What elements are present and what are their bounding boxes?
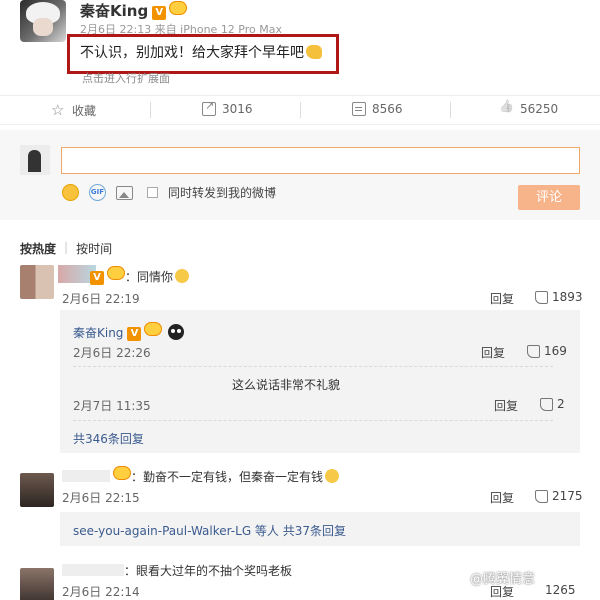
favorite-label: 收藏 xyxy=(72,104,97,118)
my-avatar xyxy=(20,145,50,175)
comment-button[interactable]: 8566 xyxy=(352,102,403,116)
comment-line: ：勤奋不一定有钱，但秦奋一定有钱 xyxy=(62,466,340,485)
repost-count: 3016 xyxy=(222,102,253,116)
comment-like-button[interactable]: 2175 xyxy=(535,489,583,503)
like-icon xyxy=(535,290,548,304)
divider xyxy=(450,102,451,118)
favorite-button[interactable]: 收藏 xyxy=(51,101,97,119)
praying-hands-icon xyxy=(306,45,322,59)
tab-sort-hot[interactable]: 按热度 xyxy=(20,240,56,257)
vip-badge-icon: V xyxy=(127,327,142,341)
post-hint[interactable]: 点击进入行扩展面 xyxy=(82,70,170,86)
action-bar: 收藏 3016 8566 56250 xyxy=(0,95,600,125)
commenter-avatar[interactable] xyxy=(20,568,54,600)
divider xyxy=(73,366,553,367)
reply-button[interactable]: 回复 xyxy=(494,397,518,414)
black-face-emoji-icon xyxy=(168,324,185,340)
comment-text: ：同情你 xyxy=(125,270,174,284)
reply-button[interactable]: 回复 xyxy=(481,344,505,361)
vip-badge-icon: V xyxy=(90,271,104,285)
image-upload-icon[interactable] xyxy=(116,185,133,200)
comment-count: 8566 xyxy=(372,102,403,116)
emoji-icon[interactable] xyxy=(62,184,79,201)
submit-comment-button[interactable]: 评论 xyxy=(518,185,580,210)
commenter-avatar[interactable] xyxy=(20,473,54,507)
comment-like-button[interactable]: 1893 xyxy=(535,290,583,304)
watermark: @腾翼情意 xyxy=(470,572,536,587)
comment-like-count: 1265 xyxy=(545,583,576,597)
comment-time: 2月6日 22:19 xyxy=(62,292,140,306)
divider xyxy=(73,420,553,421)
author-avatar[interactable] xyxy=(20,0,66,42)
more-replies-count: 共37条回复 xyxy=(282,524,347,538)
composer-tools: GIF 同时转发到我的微博 xyxy=(62,184,276,201)
vip-badge-icon: V xyxy=(152,6,167,20)
tab-sort-time[interactable]: 按时间 xyxy=(76,240,112,257)
reply-line: 秦奋King V xyxy=(73,322,185,341)
tab-separator: | xyxy=(64,240,69,254)
blurred-username xyxy=(62,564,124,576)
commenter-avatar[interactable] xyxy=(20,265,96,299)
reply-button[interactable]: 回复 xyxy=(490,489,514,506)
blurred-username xyxy=(62,470,110,482)
cat-emoji-icon xyxy=(325,469,340,483)
member-crown-icon xyxy=(107,266,125,280)
post-author-name[interactable]: 秦奋King xyxy=(80,2,148,20)
like-icon xyxy=(540,397,553,411)
reply-author[interactable]: 秦奋King xyxy=(73,326,123,340)
share-icon xyxy=(202,99,216,116)
comment-input[interactable] xyxy=(61,147,580,174)
reply-like-count: 2 xyxy=(557,397,565,411)
star-icon xyxy=(51,101,66,119)
reply-time: 2月7日 11:35 xyxy=(73,399,151,413)
repost-checkbox-label: 同时转发到我的微博 xyxy=(168,186,277,200)
member-crown-icon xyxy=(169,1,188,15)
comment-text: ：勤奋不一定有钱，但秦奋一定有钱 xyxy=(131,470,324,484)
repost-button[interactable]: 3016 xyxy=(202,99,253,116)
comment-like-count: 2175 xyxy=(552,489,583,503)
laugh-cry-emoji-icon xyxy=(175,269,190,283)
like-icon xyxy=(535,489,548,503)
reply-button[interactable]: 回复 xyxy=(490,290,514,307)
reply-time: 2月6日 22:26 xyxy=(73,346,151,360)
comment-text: ：眼看大过年的不抽个奖吗老板 xyxy=(124,564,293,578)
comment-icon xyxy=(352,102,366,116)
comment-like-count: 1893 xyxy=(552,290,583,304)
reply-like-count: 169 xyxy=(544,344,567,358)
more-replies-link[interactable]: 共346条回复 xyxy=(73,430,144,447)
reply-like-button[interactable]: 2 xyxy=(540,397,565,411)
post-text: 不认识，别加戏！给大家拜个早年吧 xyxy=(80,42,322,62)
like-count: 56250 xyxy=(520,102,559,116)
gif-icon[interactable]: GIF xyxy=(89,184,106,201)
post-author[interactable]: 秦奋King V xyxy=(80,0,188,21)
comment-line: ：眼看大过年的不抽个奖吗老板 xyxy=(62,562,292,579)
repost-checkbox[interactable] xyxy=(147,187,158,198)
comment-time: 2月6日 22:14 xyxy=(62,585,140,599)
like-button[interactable]: 56250 xyxy=(500,102,558,116)
divider xyxy=(300,102,301,118)
reply-like-button[interactable]: 169 xyxy=(527,344,567,358)
comment-line: V ：同情你 xyxy=(86,266,190,285)
more-replies-prefix: see-you-again-Paul-Walker-LG 等人 xyxy=(73,524,279,538)
more-replies-link[interactable]: see-you-again-Paul-Walker-LG 等人 共37条回复 xyxy=(73,522,346,539)
like-icon xyxy=(527,344,540,358)
like-icon xyxy=(500,102,514,116)
comment-time: 2月6日 22:15 xyxy=(62,491,140,505)
comment-composer xyxy=(0,130,600,220)
divider xyxy=(150,102,151,118)
reply-text: 这么说话非常不礼貌 xyxy=(232,378,341,392)
sort-tabs: 按热度 | 按时间 xyxy=(20,240,112,257)
member-crown-icon xyxy=(144,322,163,336)
member-crown-icon xyxy=(113,466,131,480)
post-text-content: 不认识，别加戏！给大家拜个早年吧 xyxy=(80,45,304,61)
